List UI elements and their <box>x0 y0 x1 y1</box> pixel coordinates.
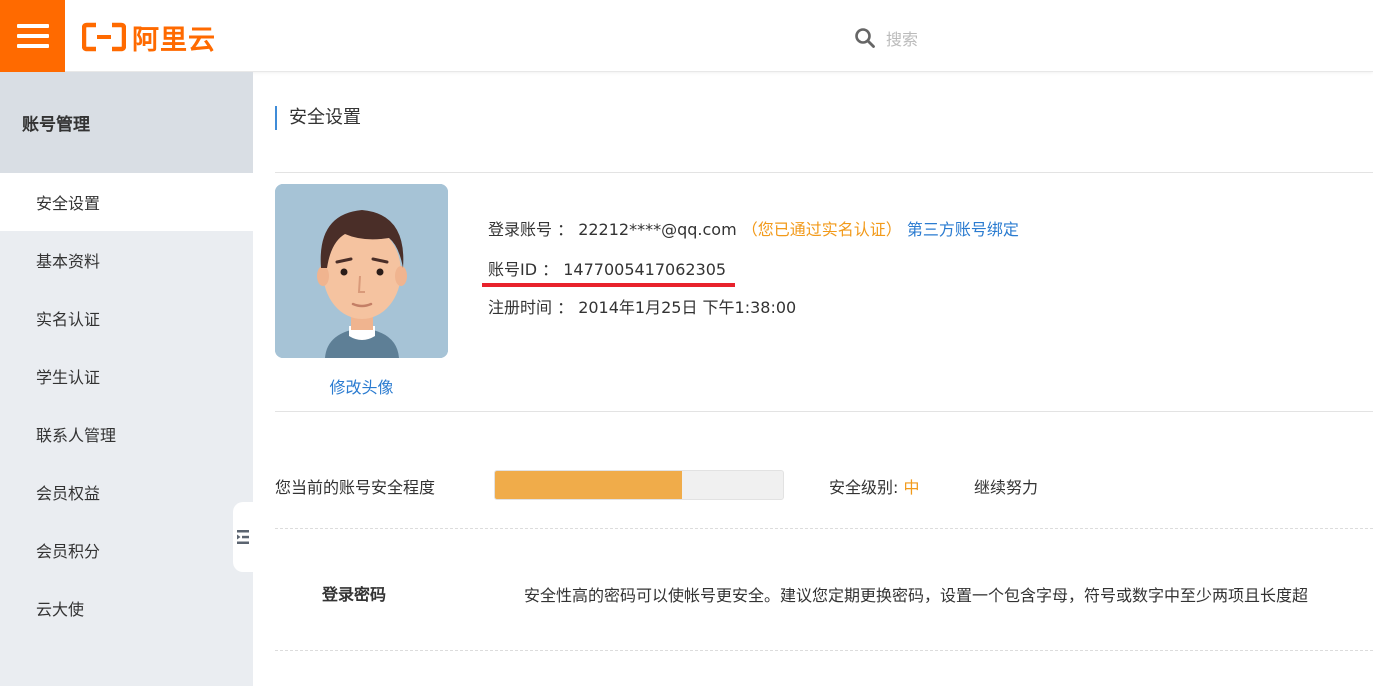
login-account-value: 22212****@qq.com <box>578 220 737 239</box>
security-progress-bar <box>494 470 784 500</box>
collapse-icon <box>237 530 249 544</box>
register-time-value: 2014年1月25日 下午1:38:00 <box>578 298 797 317</box>
sidebar-title: 账号管理 <box>0 72 253 173</box>
menu-line <box>16 34 49 38</box>
sidebar-item-member-points[interactable]: 会员积分 <box>0 521 253 579</box>
login-account-row: 登录账号 ： 22212****@qq.com （您已通过实名认证） 第三方账号… <box>488 216 1019 240</box>
security-grade-label: 安全级别: <box>829 478 899 497</box>
sidebar-item-security-settings[interactable]: 安全设置 <box>0 173 253 231</box>
red-underline-annotation <box>482 283 735 287</box>
logo-text: 阿里云 <box>132 24 216 56</box>
security-level-label: 您当前的账号安全程度 <box>275 478 436 497</box>
sidebar-item-student-auth[interactable]: 学生认证 <box>0 347 253 405</box>
sidebar-collapse-toggle[interactable] <box>233 502 253 572</box>
dashed-divider <box>275 650 1373 651</box>
login-password-description: 安全性高的密码可以使帐号更安全。建议您定期更换密码，设置一个包含字母，符号或数字… <box>524 586 1309 605</box>
sidebar-item-cloud-ambassador[interactable]: 云大使 <box>0 579 253 637</box>
security-progress-fill <box>495 471 683 499</box>
search-icon <box>855 28 875 48</box>
divider <box>275 411 1373 412</box>
verified-open-paren: （ <box>741 220 758 239</box>
change-avatar-link[interactable]: 修改头像 <box>275 374 448 398</box>
sidebar: 账号管理 安全设置 基本资料 实名认证 学生认证 联系人管理 会员权益 会员积分… <box>0 72 253 686</box>
sidebar-item-member-benefits[interactable]: 会员权益 <box>0 463 253 521</box>
avatar-face-icon <box>275 184 448 358</box>
top-bar: 阿里云 搜索 <box>0 0 1373 72</box>
real-name-verified-text: 您已通过实名认证 <box>757 220 886 239</box>
search-placeholder[interactable]: 搜索 <box>886 26 918 50</box>
sidebar-item-real-name-auth[interactable]: 实名认证 <box>0 289 253 347</box>
page-title: 安全设置 <box>275 106 361 130</box>
security-grade-value: 中 <box>903 478 920 497</box>
verified-close-paren: ） <box>885 220 902 239</box>
account-id-value: 1477005417062305 <box>563 260 727 279</box>
menu-line <box>16 24 49 28</box>
main-content: 安全设置 修改头像 登录账号 ： 22212****@qq.com （您已通过实… <box>253 72 1373 686</box>
account-id-row: 账号ID ： 1477005417062305 <box>488 256 726 280</box>
search-box[interactable]: 搜索 <box>854 24 918 52</box>
security-grade: 安全级别: 中 <box>829 474 920 498</box>
login-account-label: 登录账号 ： <box>488 220 574 239</box>
third-party-binding-link[interactable]: 第三方账号绑定 <box>907 220 1019 239</box>
account-id-label: 账号ID ： <box>488 260 559 279</box>
avatar[interactable] <box>275 184 448 358</box>
sidebar-item-contacts[interactable]: 联系人管理 <box>0 405 253 463</box>
aliyun-logo-icon <box>82 22 126 52</box>
register-time-label: 注册时间 ： <box>488 298 574 317</box>
sidebar-item-basic-info[interactable]: 基本资料 <box>0 231 253 289</box>
divider <box>275 172 1373 173</box>
dashed-divider <box>275 528 1373 529</box>
hamburger-menu-button[interactable] <box>0 0 65 72</box>
register-time-row: 注册时间 ： 2014年1月25日 下午1:38:00 <box>488 294 796 318</box>
login-password-label: 登录密码 <box>322 585 387 604</box>
menu-line <box>16 44 49 48</box>
keep-going-text: 继续努力 <box>974 478 1039 497</box>
logo[interactable]: 阿里云 <box>82 20 216 56</box>
